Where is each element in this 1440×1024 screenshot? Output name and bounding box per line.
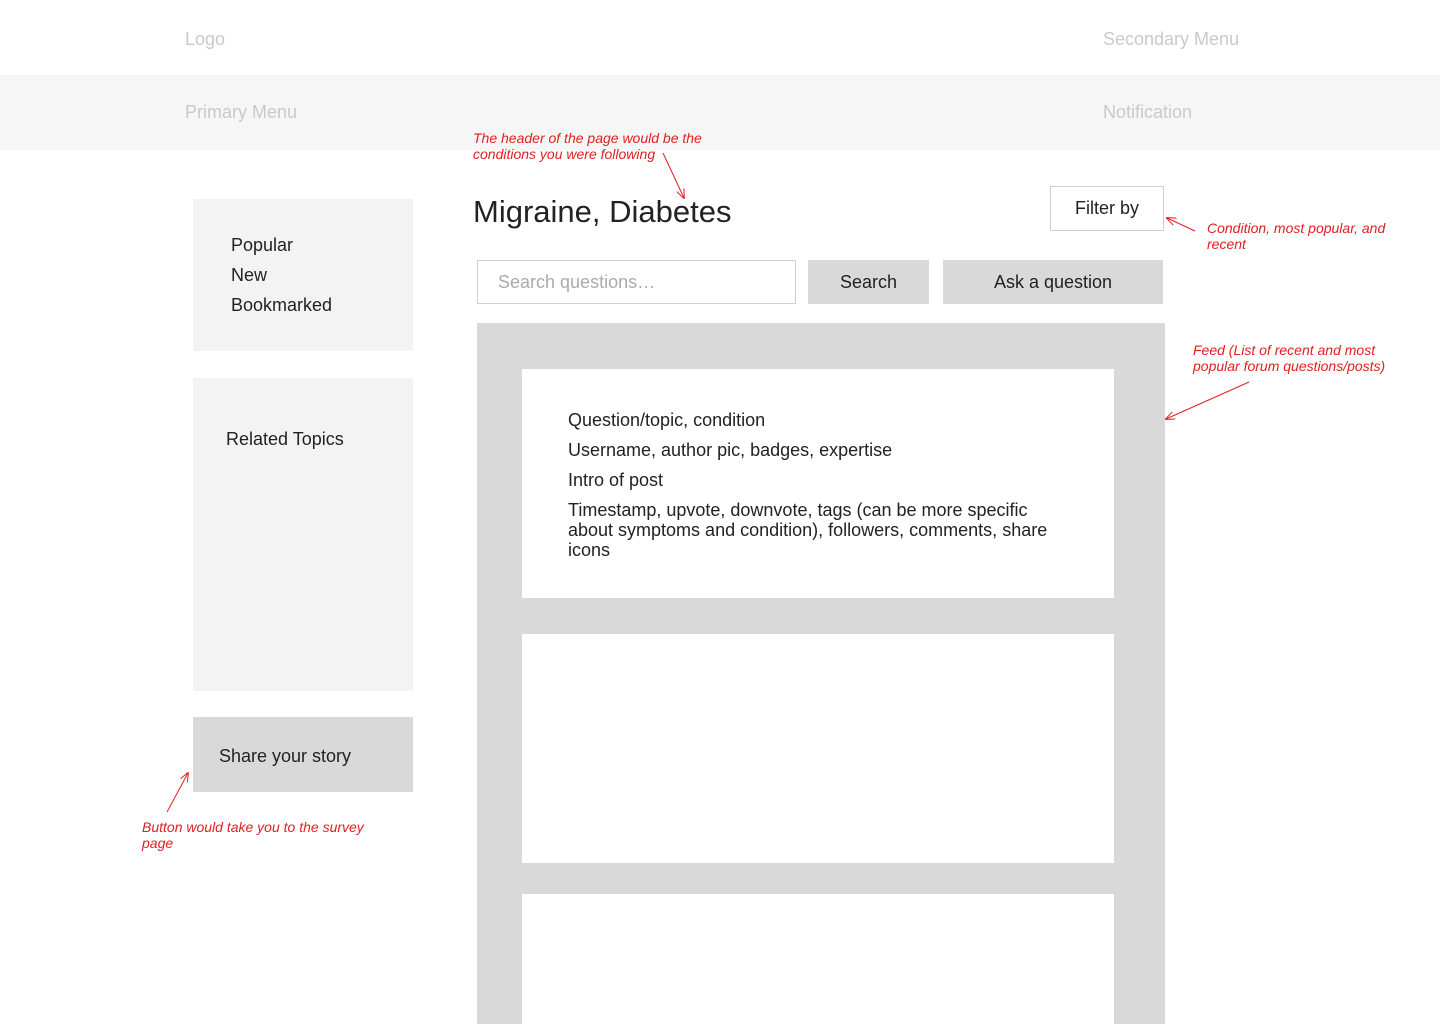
related-topics-heading: Related Topics: [226, 429, 344, 449]
share-story-label: Share your story: [219, 746, 352, 766]
primary-menu[interactable]: Primary Menu: [185, 102, 297, 123]
feed-card[interactable]: [522, 634, 1114, 863]
page-title: Migraine, Diabetes: [473, 194, 732, 229]
annotation-button-note: Button would take you to the survey page: [142, 819, 364, 851]
post-topic[interactable]: Question/topic, condition: [568, 410, 765, 430]
secondary-menu[interactable]: Secondary Menu: [1103, 29, 1239, 50]
sidebar-item-bookmarked[interactable]: Bookmarked: [231, 290, 332, 320]
arrow-to-filter: [1167, 218, 1196, 232]
post-meta: Timestamp, upvote, downvote, tags (can b…: [568, 500, 1048, 560]
feed-card[interactable]: [522, 894, 1114, 1024]
notification[interactable]: Notification: [1103, 102, 1192, 123]
sidebar-item-popular[interactable]: Popular: [231, 230, 293, 260]
logo[interactable]: Logo: [185, 29, 225, 50]
annotation-feed-note: Feed (List of recent and most popular fo…: [1193, 342, 1386, 374]
arrow-to-share-button: [166, 773, 188, 813]
arrow-to-feed: [1166, 381, 1250, 419]
search-placeholder: Search questions…: [498, 272, 656, 292]
post-intro: Intro of post: [568, 470, 664, 490]
sort-links-panel: [193, 199, 413, 351]
filter-button[interactable]: Filter by: [1050, 186, 1164, 231]
post-author[interactable]: Username, author pic, badges, expertise: [568, 440, 892, 460]
sidebar-item-new[interactable]: New: [231, 260, 267, 290]
annotation-filter-note: Condition, most popular, and recent: [1207, 220, 1386, 252]
ask-question-button[interactable]: Ask a question: [943, 260, 1163, 304]
share-story-button[interactable]: Share your story: [193, 717, 413, 792]
search-input[interactable]: Search questions…: [477, 260, 796, 304]
search-button[interactable]: Search: [808, 260, 929, 304]
annotation-header-note: The header of the page would be the cond…: [473, 130, 702, 162]
